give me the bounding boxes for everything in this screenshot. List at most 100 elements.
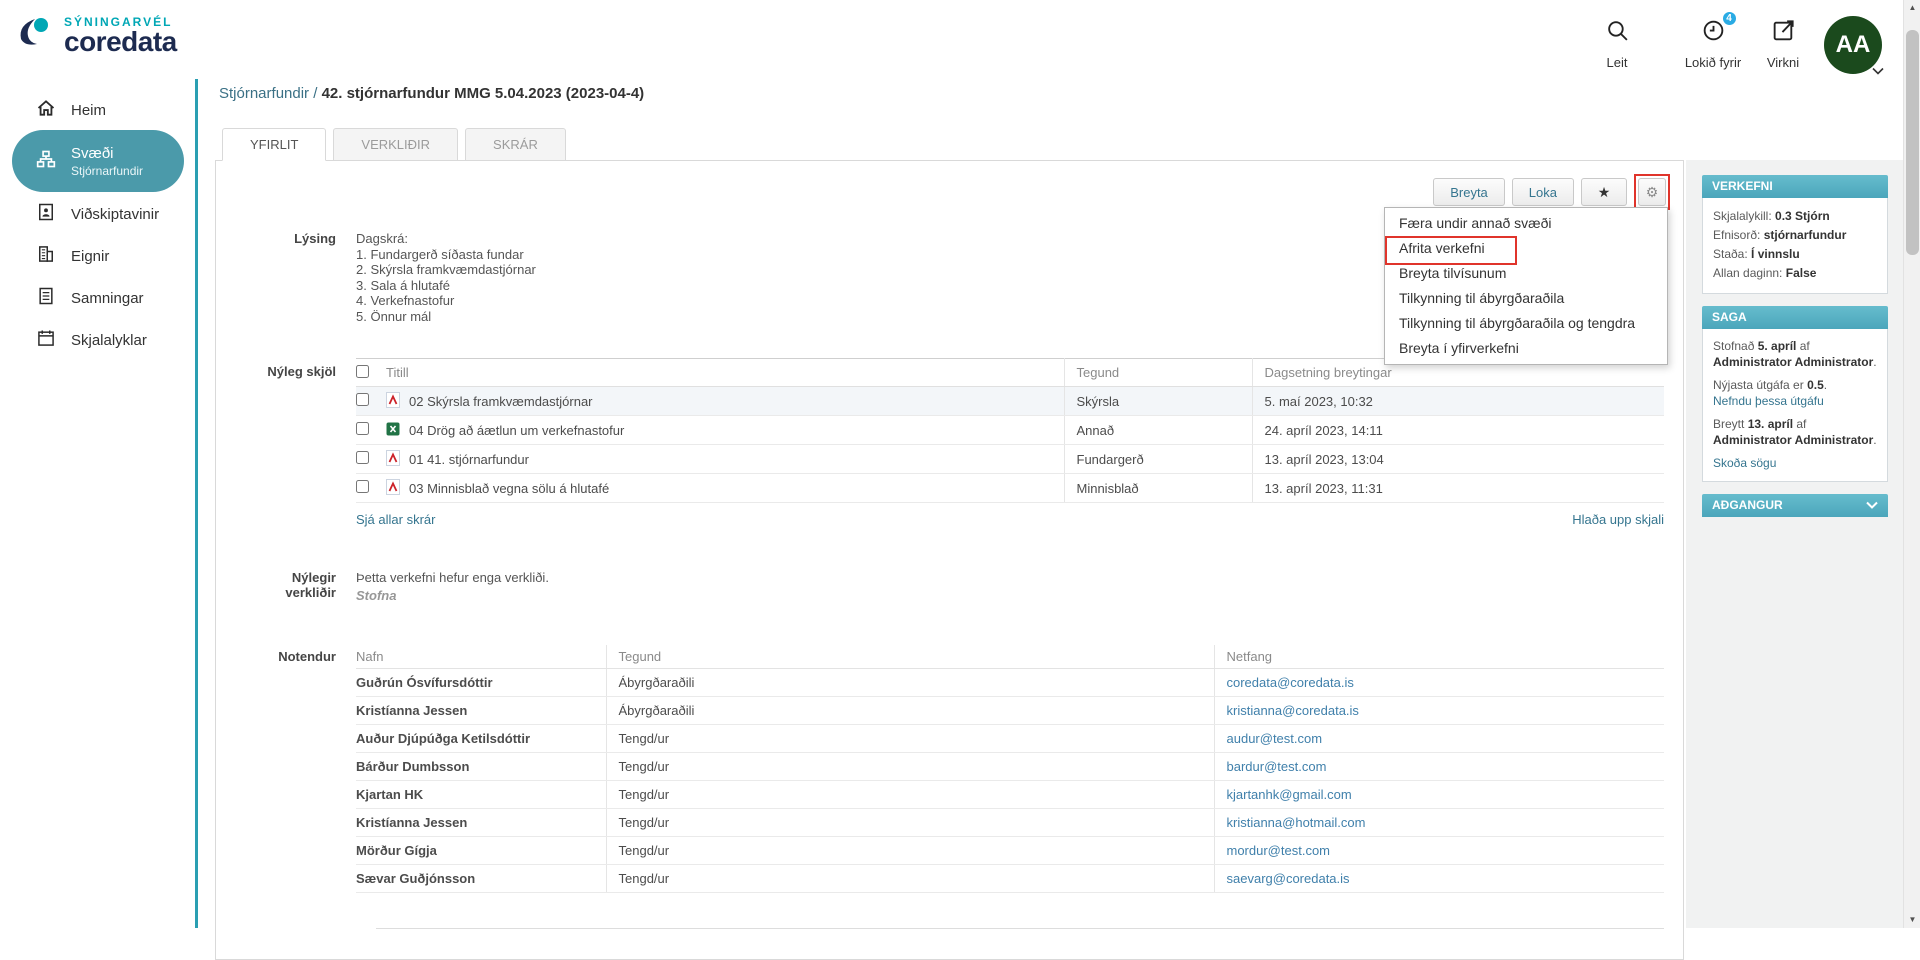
document-title[interactable]: 04 Drög að áætlun um verkefnastofur [409,423,624,438]
document-row[interactable]: 01 41. stjórnarfundur Fundargerð 13. apr… [356,445,1664,474]
sitemap-icon [36,149,56,174]
user-type: Tengd/ur [606,780,1214,808]
row-checkbox[interactable] [356,480,369,493]
activity-icon [1771,18,1796,44]
user-type: Tengd/ur [606,836,1214,864]
view-history-link[interactable]: Skoða sögu [1713,456,1776,470]
user-row[interactable]: Auður Djúpúðga Ketilsdóttir Tengd/ur aud… [356,724,1664,752]
user-type: Tengd/ur [606,752,1214,780]
document-icon [36,286,56,310]
activity-label: Virkni [1738,55,1828,70]
sidebar-item-vidskiptavinir[interactable]: Viðskiptavinir [0,200,196,228]
user-email-link[interactable]: audur@test.com [1227,731,1323,746]
tab-bar: YFIRLIT VERKLIÐIR SKRÁR [222,128,566,161]
document-title[interactable]: 02 Skýrsla framkvæmdastjórnar [409,394,593,409]
user-email-link[interactable]: saevarg@coredata.is [1227,871,1350,886]
pdf-icon [386,450,400,469]
sidebar-item-label: Samningar [71,290,144,307]
document-title[interactable]: 03 Minnisblað vegna sölu á hlutafé [409,481,609,496]
search-action[interactable]: Leit [1572,18,1662,70]
document-type: Skýrsla [1064,387,1252,416]
menu-item-edit-references[interactable]: Breyta tilvísunum [1385,261,1667,286]
user-email-link[interactable]: kristianna@hotmail.com [1227,815,1366,830]
access-panel-header[interactable]: AÐGANGUR [1702,494,1888,517]
sidebar-item-label: Svæði [71,145,143,162]
user-name: Kjartan HK [356,780,606,808]
close-button[interactable]: Loka [1512,178,1574,206]
select-all-checkbox[interactable] [356,365,369,378]
scrollbar-thumb[interactable] [1906,30,1919,255]
history-panel: SAGA Stofnað 5. apríl af Administrator A… [1702,306,1888,482]
field-label: Staða: [1713,247,1751,261]
menu-item-move-area[interactable]: Færa undir annað svæði [1385,211,1667,236]
field-value: Í vinnslu [1751,247,1800,261]
right-rail: VERKEFNI Skjalalykill: 0.3 Stjórn Efniso… [1686,160,1904,928]
sidebar-item-label: Viðskiptavinir [71,206,159,223]
star-button[interactable]: ★ [1581,178,1627,206]
sidebar-item-svaedi[interactable]: Svæði Stjórnarfundir [12,130,184,192]
user-email-link[interactable]: kjartanhk@gmail.com [1227,787,1352,802]
vertical-scrollbar[interactable]: ▲ ▼ [1903,0,1920,928]
row-checkbox[interactable] [356,422,369,435]
section-divider [376,928,1664,929]
see-all-files-link[interactable]: Sjá allar skrár [356,512,435,527]
user-email-link[interactable]: bardur@test.com [1227,759,1327,774]
user-row[interactable]: Kristíanna Jessen Tengd/ur kristianna@ho… [356,808,1664,836]
menu-item-notify-responsible-linked[interactable]: Tilkynning til ábyrgðaraðila og tengdra [1385,311,1667,336]
sidebar-item-eignir[interactable]: Eignir [0,242,196,270]
sidebar-item-samningar[interactable]: Samningar [0,284,196,312]
gear-button[interactable]: ⚙ [1638,178,1666,206]
sidebar-item-skjalalyklar[interactable]: Skjalalyklar [0,326,196,354]
user-row[interactable]: Kristíanna Jessen Ábyrgðaraðili kristian… [356,696,1664,724]
row-checkbox[interactable] [356,451,369,464]
menu-item-notify-responsible[interactable]: Tilkynning til ábyrgðaraðila [1385,286,1667,311]
document-date: 24. apríl 2023, 14:11 [1252,416,1664,445]
history-panel-title: SAGA [1712,306,1747,329]
document-row[interactable]: 03 Minnisblað vegna sölu á hlutafé Minni… [356,474,1664,503]
documents-col-title: Titill [386,359,1064,387]
user-email-link[interactable]: kristianna@coredata.is [1227,703,1359,718]
edit-button[interactable]: Breyta [1433,178,1505,206]
sidebar-item-label: Skjalalyklar [71,332,147,349]
menu-item-convert-parent-project[interactable]: Breyta í yfirverkefni [1385,336,1667,361]
app-logo[interactable]: SÝNINGARVÉL coredata [16,12,177,57]
document-date: 13. apríl 2023, 13:04 [1252,445,1664,474]
create-task-link[interactable]: Stofna [356,588,1664,603]
scroll-up-arrow[interactable]: ▲ [1904,0,1920,16]
document-type: Fundargerð [1064,445,1252,474]
building-icon [36,244,56,268]
document-row[interactable]: 02 Skýrsla framkvæmdastjórnar Skýrsla 5.… [356,387,1664,416]
user-row[interactable]: Kjartan HK Tengd/ur kjartanhk@gmail.com [356,780,1664,808]
avatar-chevron-down-icon[interactable] [1872,62,1884,80]
tab-yfirlit[interactable]: YFIRLIT [222,128,326,161]
clients-icon [36,202,56,226]
document-title[interactable]: 01 41. stjórnarfundur [409,452,529,467]
recent-tasks-section: Nýlegir verkliðir Þetta verkefni hefur e… [241,570,1664,603]
sidebar-item-heim[interactable]: Heim [0,96,196,124]
users-label: Notendur [241,645,356,893]
breadcrumb-current: 42. stjórnarfundur MMG 5.04.2023 (2023-0… [322,85,645,102]
user-type: Tengd/ur [606,864,1214,892]
user-email-link[interactable]: mordur@test.com [1227,843,1331,858]
upload-document-link[interactable]: Hlaða upp skjali [1572,512,1664,527]
row-checkbox[interactable] [356,393,369,406]
scroll-down-arrow[interactable]: ▼ [1904,912,1920,928]
activity-action[interactable]: Virkni [1738,18,1828,70]
project-panel: VERKEFNI Skjalalykill: 0.3 Stjórn Efniso… [1702,175,1888,294]
chevron-down-icon [1866,494,1878,517]
user-row[interactable]: Guðrún Ósvífursdóttir Ábyrgðaraðili core… [356,668,1664,696]
name-version-link[interactable]: Nefndu þessa útgáfu [1713,394,1824,408]
field-label: Efnisorð: [1713,228,1764,242]
clock-icon: 4 [1701,18,1726,44]
user-row[interactable]: Mörður Gígja Tengd/ur mordur@test.com [356,836,1664,864]
sidebar-item-label: Heim [71,102,106,119]
tab-skrar[interactable]: SKRÁR [465,128,566,161]
breadcrumb-parent[interactable]: Stjórnarfundir [219,85,309,102]
user-row[interactable]: Sævar Guðjónsson Tengd/ur saevarg@coreda… [356,864,1664,892]
tab-verklidir[interactable]: VERKLIÐIR [333,128,458,161]
calendar-icon [36,328,56,352]
menu-item-copy-project[interactable]: Afrita verkefni [1385,236,1667,261]
document-row[interactable]: 04 Drög að áætlun um verkefnastofur Anna… [356,416,1664,445]
user-email-link[interactable]: coredata@coredata.is [1227,675,1354,690]
user-row[interactable]: Bárður Dumbsson Tengd/ur bardur@test.com [356,752,1664,780]
